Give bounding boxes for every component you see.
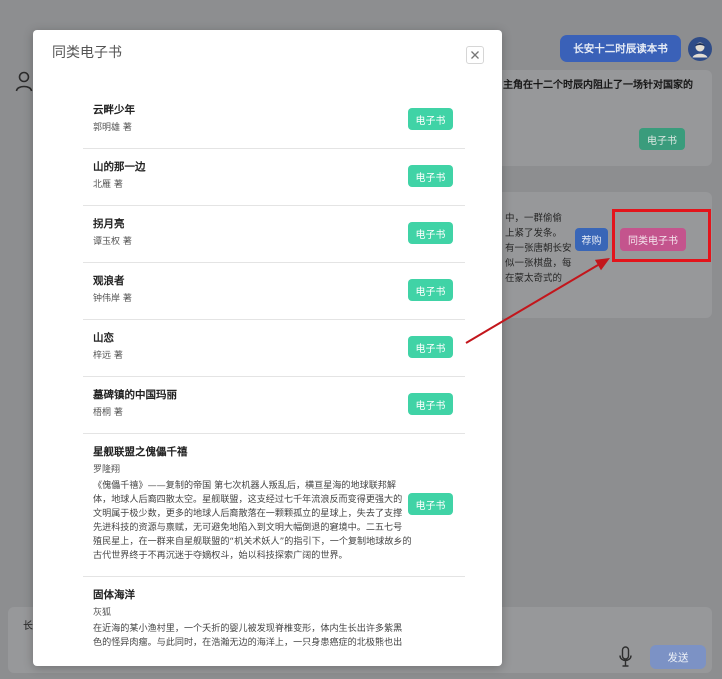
ebook-title: 山恋 xyxy=(93,332,114,344)
ebook-description-line: 先进科技的资源与禀赋，无可避免地陷入到文明大幅倒退的窘境中。二五七号 xyxy=(93,523,403,533)
ebook-title: 固体海洋 xyxy=(93,589,135,601)
ebook-description-line: 古代世界终于不再沉迷于夺嫡权斗，始以科技探索广阔的世界。 xyxy=(93,551,348,561)
ebook-list-item: 墓碑镇的中国玛丽 梧桐 著 电子书 xyxy=(83,377,465,434)
ebook-author: 钟伟岸 著 xyxy=(93,294,132,304)
book-description: 中，一群偷偷 上紧了发条。 有一张唐朝长安 似一张棋盘，每 在蒙太奇式的 xyxy=(505,211,572,286)
ebook-description-line: 文明属于极少数，更多的地球人后裔散落在一颗颗孤立的星球上，失去了支撑 xyxy=(93,509,403,519)
ebook-description-line: 色的怪异肉瘤。与此同时，在浩瀚无边的海洋上，一只身患癌症的北极熊也出 xyxy=(93,638,403,648)
ebook-info: 墓碑镇的中国玛丽 梧桐 著 xyxy=(93,388,406,420)
book-description-line: 有一张唐朝长安 xyxy=(505,243,572,254)
ebook-title: 观浪者 xyxy=(93,275,125,287)
ebook-list-item: 山的那一边 北雁 著 电子书 xyxy=(83,149,465,206)
ebook-button[interactable]: 电子书 xyxy=(408,165,453,187)
recommend-purchase-button[interactable]: 荐购 xyxy=(575,228,608,251)
similar-ebooks-button[interactable]: 同类电子书 xyxy=(620,228,686,251)
mic-icon[interactable] xyxy=(619,646,632,667)
ebook-info: 山的那一边 北雁 著 xyxy=(93,160,406,192)
ebook-info: 固体海洋 灰狐 在近海的某小渔村里，一个夭折的婴儿被发现脊椎变形，体内生长出许多… xyxy=(93,588,453,650)
send-button[interactable]: 发送 xyxy=(650,645,706,669)
book-description-line: 中，一群偷偷 xyxy=(505,213,563,224)
ebook-title: 星舰联盟之傀儡千禧 xyxy=(93,446,188,458)
close-button[interactable] xyxy=(466,46,484,64)
ebook-button[interactable]: 电子书 xyxy=(408,493,453,515)
ebook-info: 云畔少年 郭明雄 著 xyxy=(93,103,406,135)
modal-title: 同类电子书 xyxy=(52,45,122,61)
ebook-info: 观浪者 钟伟岸 著 xyxy=(93,274,406,306)
book-description-line: 似一张棋盘，每 xyxy=(505,258,572,269)
ebook-description-line: 《傀儡千禧》——复制的帝国 第七次机器人叛乱后，横亘星海的地球联邦解 xyxy=(93,481,396,491)
ebook-button[interactable]: 电子书 xyxy=(408,108,453,130)
ebook-description: 《傀儡千禧》——复制的帝国 第七次机器人叛乱后，横亘星海的地球联邦解 体，地球人… xyxy=(93,479,412,563)
close-icon xyxy=(471,51,479,59)
ebook-list-item: 山恋 梓远 著 电子书 xyxy=(83,320,465,377)
chat-input-text: 长 xyxy=(23,621,33,632)
ebook-title: 墓碑镇的中国玛丽 xyxy=(93,389,177,401)
ebook-description: 在近海的某小渔村里，一个夭折的婴儿被发现脊椎变形，体内生长出许多紫黑 色的怪异肉… xyxy=(93,622,453,650)
ebook-info: 星舰联盟之傀儡千禧 罗隆翔 《傀儡千禧》——复制的帝国 第七次机器人叛乱后，横亘… xyxy=(93,445,412,563)
ebook-list-item: 观浪者 钟伟岸 著 电子书 xyxy=(83,263,465,320)
ebook-title: 拐月亮 xyxy=(93,218,125,230)
ebook-button[interactable]: 电子书 xyxy=(408,336,453,358)
chat-avatar-icon xyxy=(15,71,33,92)
ebook-list-item: 固体海洋 灰狐 在近海的某小渔村里，一个夭折的婴儿被发现脊椎变形，体内生长出许多… xyxy=(83,577,465,659)
ebook-author: 灰狐 xyxy=(93,608,112,618)
ebook-author: 罗隆翔 xyxy=(93,465,121,475)
summary-text: 主角在十二个时辰内阻止了一场针对国家的 xyxy=(503,80,693,91)
ebook-button[interactable]: 电子书 xyxy=(639,128,685,150)
book-description-line: 上紧了发条。 xyxy=(505,228,563,239)
similar-ebooks-modal: 同类电子书 云畔少年 郭明雄 著 电子书 山的那一边 北雁 著 电子书 拐月亮 … xyxy=(33,30,502,666)
ebook-author: 谭玉权 著 xyxy=(93,237,132,247)
ebook-author: 梓远 著 xyxy=(93,351,123,361)
ebook-info: 山恋 梓远 著 xyxy=(93,331,406,363)
book-description-line: 在蒙太奇式的 xyxy=(505,273,563,284)
ebook-list[interactable]: 云畔少年 郭明雄 著 电子书 山的那一边 北雁 著 电子书 拐月亮 谭玉权 著 … xyxy=(83,92,465,659)
ebook-list-item: 拐月亮 谭玉权 著 电子书 xyxy=(83,206,465,263)
ebook-description-line: 在近海的某小渔村里，一个夭折的婴儿被发现脊椎变形，体内生长出许多紫黑 xyxy=(93,624,403,634)
ebook-author: 郭明雄 著 xyxy=(93,123,132,133)
ebook-description-line: 体，地球人后裔四散太空。星舰联盟，这支经过七千年流浪反而变得更强大的 xyxy=(93,495,403,505)
ebook-title: 云畔少年 xyxy=(93,104,135,116)
ebook-info: 拐月亮 谭玉权 著 xyxy=(93,217,406,249)
book-title-button[interactable]: 长安十二时辰读本书 xyxy=(560,35,681,62)
ebook-author: 北雁 著 xyxy=(93,180,123,190)
ebook-list-item: 星舰联盟之傀儡千禧 罗隆翔 《傀儡千禧》——复制的帝国 第七次机器人叛乱后，横亘… xyxy=(83,434,465,577)
ebook-button[interactable]: 电子书 xyxy=(408,222,453,244)
user-avatar-icon[interactable] xyxy=(688,37,712,61)
ebook-button[interactable]: 电子书 xyxy=(408,393,453,415)
ebook-description-line: 殖民星上，在一群来自星舰联盟的“机关术妖人”的指引下，一个复制地球故乡的 xyxy=(93,537,412,547)
ebook-list-item: 云畔少年 郭明雄 著 电子书 xyxy=(83,92,465,149)
ebook-button[interactable]: 电子书 xyxy=(408,279,453,301)
ebook-title: 山的那一边 xyxy=(93,161,146,173)
ebook-author: 梧桐 著 xyxy=(93,408,123,418)
